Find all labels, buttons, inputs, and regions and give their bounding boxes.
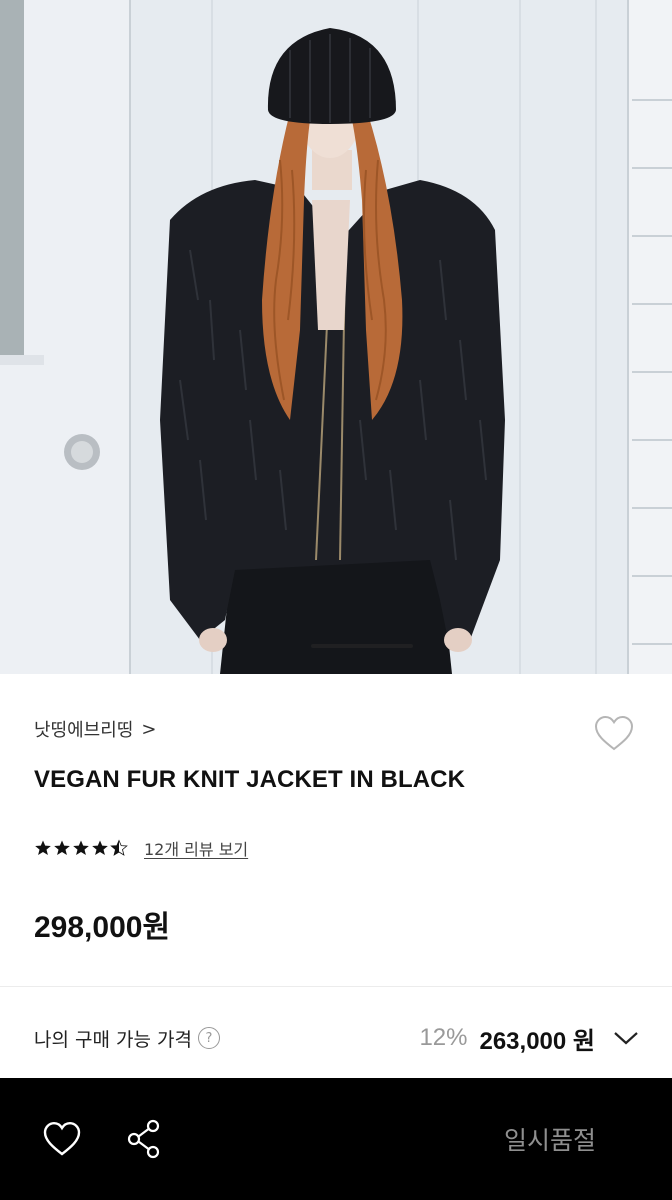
image-slide-indicator: [311, 644, 413, 648]
product-title: VEGAN FUR KNIT JACKET IN BLACK: [34, 766, 466, 793]
section-divider: [0, 986, 672, 987]
share-icon: [127, 1119, 160, 1159]
share-button[interactable]: [124, 1118, 164, 1160]
discounted-price: 263,000 원: [479, 1027, 595, 1055]
star-full-icon: [54, 840, 70, 855]
star-full-icon: [73, 840, 89, 855]
my-price-label: 나의 구매 가능 가격: [34, 1028, 192, 1051]
chevron-right-icon: >: [141, 718, 157, 740]
product-image[interactable]: [0, 0, 672, 674]
star-full-icon: [35, 840, 51, 855]
bottom-wishlist-button[interactable]: [42, 1120, 82, 1158]
heart-icon: [43, 1121, 81, 1156]
product-price: 298,000원: [34, 911, 171, 944]
star-rating: [34, 838, 132, 858]
star-icons: [35, 840, 128, 856]
heart-icon: [594, 715, 634, 751]
star-full-icon: [92, 840, 108, 855]
discount-rate: 12%: [419, 1024, 468, 1051]
rating-row: 12개 리뷰 보기: [34, 836, 248, 860]
brand-name: 낫띵에브리띵: [34, 720, 134, 741]
help-icon[interactable]: ?: [197, 1027, 220, 1049]
my-price-row: 나의 구매 가능 가격 ? 12% 263,000 원: [34, 1018, 639, 1058]
chevron-down-icon: [614, 1032, 638, 1045]
star-half-icon: [110, 840, 128, 856]
wishlist-button[interactable]: [591, 710, 637, 756]
sold-out-button[interactable]: 일시품절: [470, 1120, 630, 1158]
review-link[interactable]: 12개 리뷰 보기: [144, 836, 248, 860]
product-photo: [0, 0, 672, 674]
brand-link[interactable]: 낫띵에브리띵 >: [34, 716, 156, 742]
my-price-toggle[interactable]: 12% 263,000 원: [419, 1021, 639, 1056]
